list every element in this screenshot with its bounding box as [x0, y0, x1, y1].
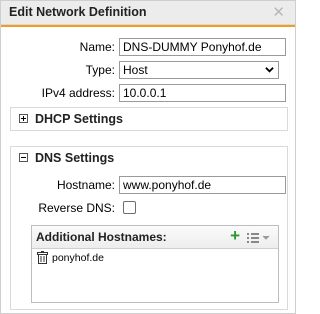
dialog-title: Edit Network Definition [9, 5, 147, 19]
dialog-titlebar[interactable]: Edit Network Definition ✕ [1, 1, 295, 25]
ipv4-label: IPv4 address: [41, 86, 115, 100]
trash-icon[interactable] [37, 251, 48, 264]
dns-settings-title: DNS Settings [35, 151, 115, 165]
close-icon[interactable]: ✕ [272, 3, 285, 21]
type-select[interactable]: Host [119, 61, 279, 79]
additional-hostnames-grid: Additional Hostnames: + ponyhof.de [31, 225, 279, 303]
accent-line [1, 25, 295, 27]
dhcp-settings-header[interactable]: DHCP Settings [11, 108, 287, 130]
reverse-dns-label: Reverse DNS: [38, 201, 115, 215]
list-item[interactable]: ponyhof.de [34, 250, 276, 266]
dhcp-settings-section: DHCP Settings [10, 107, 288, 131]
dhcp-settings-title: DHCP Settings [35, 112, 123, 126]
add-icon[interactable]: + [230, 227, 240, 245]
edit-network-dialog: Edit Network Definition ✕ Name: Type: Ho… [0, 0, 296, 314]
expand-plus-icon[interactable] [19, 114, 28, 123]
hostname-label: Hostname: [56, 178, 115, 192]
additional-hostnames-title: Additional Hostnames: [36, 230, 167, 244]
ipv4-field[interactable] [119, 84, 286, 102]
collapse-minus-icon[interactable] [19, 153, 28, 162]
chevron-down-icon [265, 67, 274, 73]
name-field[interactable] [119, 38, 286, 56]
hostname-entry: ponyhof.de [52, 252, 104, 264]
additional-hostnames-header: Additional Hostnames: + [32, 226, 278, 249]
reverse-dns-checkbox[interactable] [123, 201, 136, 214]
type-select-value: Host [123, 63, 148, 77]
type-label: Type: [85, 63, 115, 77]
hostname-field[interactable] [119, 176, 286, 194]
name-label: Name: [79, 40, 115, 54]
list-options-icon[interactable] [246, 230, 272, 244]
dns-settings-header[interactable]: DNS Settings [11, 147, 287, 169]
